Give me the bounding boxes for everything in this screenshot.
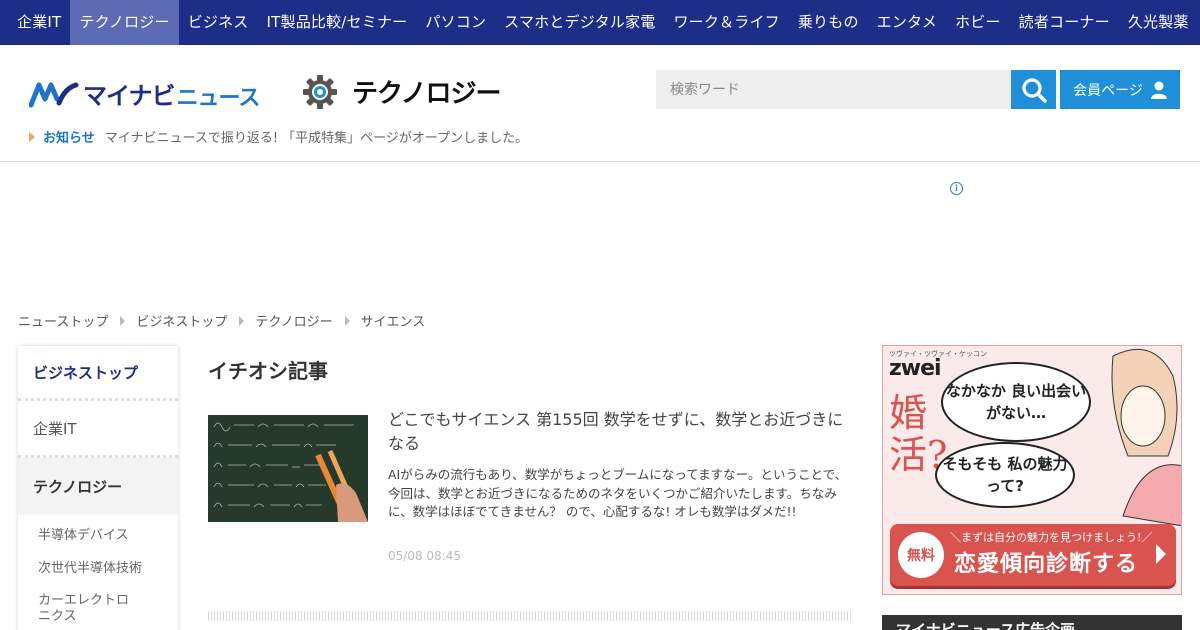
sidebar: ビジネストップ 企業IT テクノロジー 半導体デバイス 次世代半導体技術 カーエ… <box>18 346 178 630</box>
breadcrumb-item[interactable]: ビジネストップ <box>136 311 227 330</box>
section-name: テクノロジー <box>352 79 501 109</box>
nav-item-hobby[interactable]: ホビー <box>946 0 1010 45</box>
nav-item-vehicles[interactable]: 乗りもの <box>789 0 868 45</box>
ad-free-badge: 無料 <box>898 532 944 578</box>
ad-headline: 婚活? <box>889 391 948 477</box>
sidebar-subitem-next-gen-semiconductor[interactable]: 次世代半導体技術 <box>18 553 178 585</box>
nav-item-enterprise-it[interactable]: 企業IT <box>0 0 70 45</box>
nav-item-pc[interactable]: パソコン <box>416 0 495 45</box>
nav-item-work-life[interactable]: ワーク＆ライフ <box>664 0 788 45</box>
nav-item-readers[interactable]: 読者コーナー <box>1010 0 1119 45</box>
article-description: AIがらみの流行もあり、数学がちょっとブームになってますなー。ということで、今回… <box>388 467 848 519</box>
ad-speech-bubble: そもそも 私の魅力って? <box>935 442 1075 508</box>
triangle-icon <box>29 131 35 142</box>
sidebar-subitem-car-electronics[interactable]: カーエレクトロニクス <box>18 593 138 625</box>
mynavi-logo-icon <box>29 82 79 107</box>
search-input[interactable] <box>656 70 1011 109</box>
info-icon[interactable]: i <box>950 182 963 195</box>
dotted-divider <box>208 611 851 621</box>
ad-brand-logo: zwei <box>889 356 942 381</box>
nav-item-technology[interactable]: テクノロジー <box>70 0 179 45</box>
ad-section-header: マイナビニュース広告企画 <box>882 615 1182 630</box>
ad-cta-button[interactable]: ＼まずは自分の魅力を見つけましょう!／ 無料 恋愛傾向診断する <box>890 524 1176 586</box>
user-icon <box>1150 81 1167 99</box>
nav-item-smartphone[interactable]: スマホとデジタル家電 <box>495 0 664 45</box>
header-divider <box>0 161 1200 162</box>
nav-item-business[interactable]: ビジネス <box>179 0 258 45</box>
section-title: イチオシ記事 <box>208 359 328 383</box>
chevron-right-icon <box>344 315 350 326</box>
member-page-label: 会員ページ <box>1073 82 1143 99</box>
sidebar-head-business-top[interactable]: ビジネストップ <box>18 346 178 401</box>
logo-mynavi-text: マイナビ <box>83 82 176 110</box>
breadcrumb-item[interactable]: テクノロジー <box>255 311 332 330</box>
ad-speech-bubble: なかなか 良い出会いがない… <box>941 362 1091 442</box>
nav-item-entertainment[interactable]: エンタメ <box>868 0 946 45</box>
sidebar-item-technology[interactable]: テクノロジー <box>18 458 178 515</box>
sidebar-subitem-semiconductor[interactable]: 半導体デバイス <box>18 521 178 553</box>
search-button[interactable] <box>1011 70 1056 109</box>
sidebar-item-enterprise-it[interactable]: 企業IT <box>18 401 178 458</box>
chevron-right-icon <box>120 315 126 326</box>
ad-cta-label: 恋愛傾向診断する <box>954 552 1139 577</box>
nav-item-it-products[interactable]: IT製品比較/セミナー <box>258 0 417 45</box>
site-logo[interactable]: マイナビ ニュース <box>29 76 261 111</box>
member-page-button[interactable]: 会員ページ <box>1060 70 1180 109</box>
chevron-right-icon <box>239 315 245 326</box>
article-title[interactable]: どこでもサイエンス 第155回 数学をせずに、数学とお近づきになる <box>388 408 853 456</box>
notice-label: お知らせ <box>43 131 95 146</box>
ad-cta-subtext: ＼まずは自分の魅力を見つけましょう!／ <box>950 531 1153 544</box>
breadcrumb: ニューストップ ビジネストップ テクノロジー サイエンス <box>18 311 425 330</box>
arrow-right-icon <box>1156 544 1166 564</box>
article-thumbnail[interactable] <box>208 415 368 522</box>
breadcrumb-current: サイエンス <box>360 315 426 330</box>
advertisement-banner[interactable]: ツヴァイ・ツヴァイ・ケッコン zwei 婚活? なかなか 良い出会いがない… そ… <box>882 345 1182 595</box>
notice-link[interactable]: マイナビニュースで振り返る! 「平成特集」ページがオープンしました。 <box>105 127 528 146</box>
nav-item-hisamitsu[interactable]: 久光製薬 <box>1119 0 1198 45</box>
article-date: 05/08 08:45 <box>388 549 461 563</box>
notice-bar: お知らせ マイナビニュースで振り返る! 「平成特集」ページがオープンしました。 <box>29 127 528 146</box>
ad-illustration <box>1111 348 1181 526</box>
breadcrumb-item[interactable]: ニューストップ <box>18 311 108 330</box>
gear-icon <box>303 74 337 109</box>
section-logo[interactable]: テクノロジー <box>302 73 501 110</box>
search-icon <box>1021 77 1047 103</box>
top-nav: 企業IT テクノロジー ビジネス IT製品比較/セミナー パソコン スマホとデジ… <box>0 0 1200 45</box>
logo-news-text: ニュース <box>176 85 261 111</box>
